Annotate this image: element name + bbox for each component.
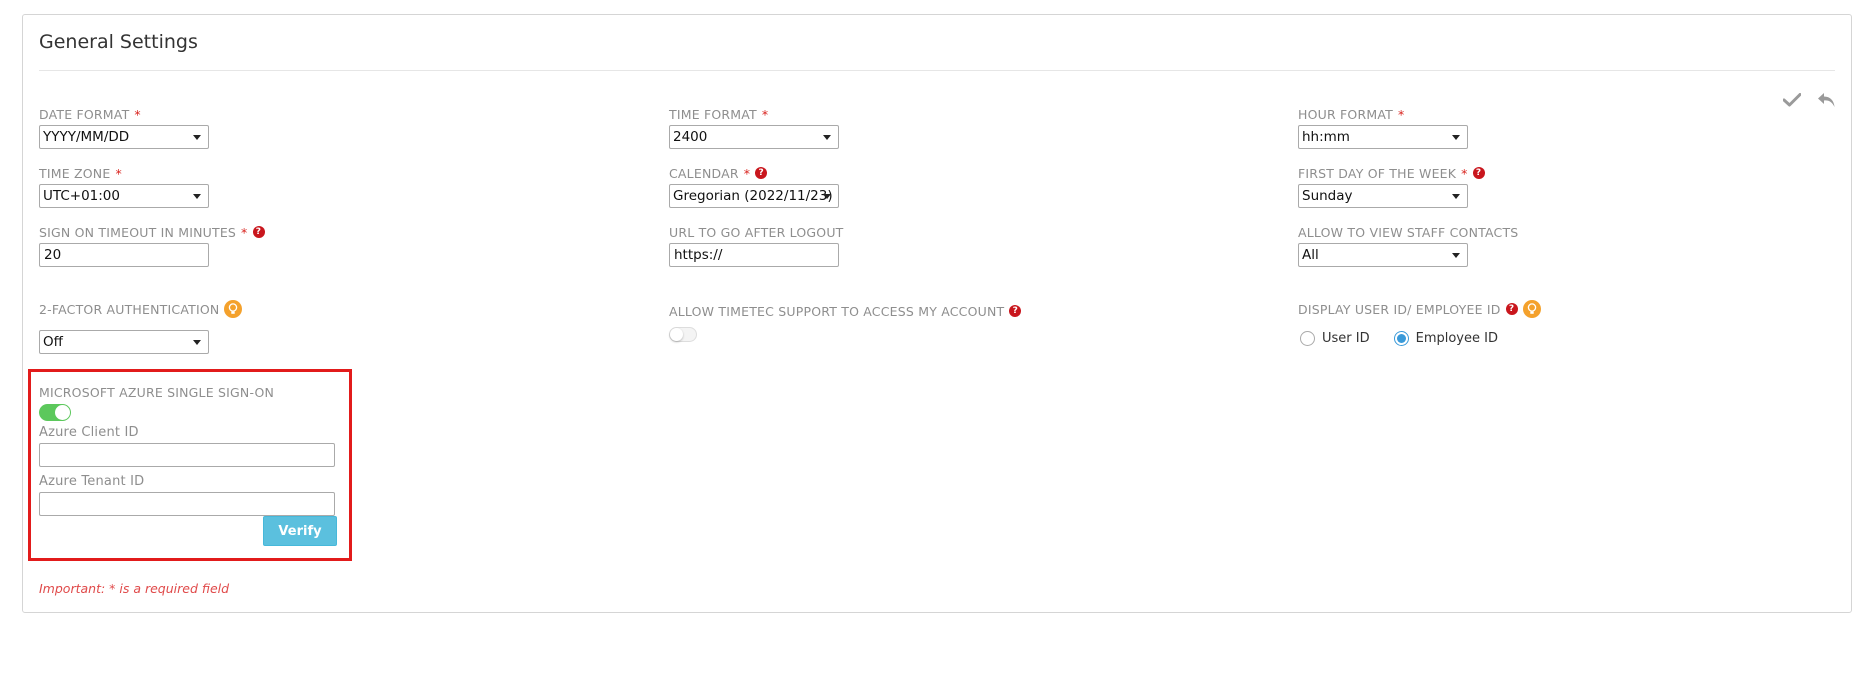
date-format-select[interactable]: YYYY/MM/DD bbox=[39, 125, 209, 149]
first-day-select[interactable]: Sunday bbox=[1298, 184, 1468, 208]
required-mark: * bbox=[241, 224, 248, 240]
logout-url-input[interactable]: https:// bbox=[669, 243, 839, 267]
display-id-field: DISPLAY USER ID/ EMPLOYEE ID? User ID Em… bbox=[1298, 300, 1541, 346]
first-day-field: FIRST DAY OF THE WEEK *? Sunday bbox=[1298, 165, 1485, 208]
title-divider bbox=[39, 70, 1835, 71]
chevron-down-icon bbox=[193, 194, 201, 199]
date-format-label: DATE FORMAT bbox=[39, 106, 130, 122]
hour-format-value: hh:mm bbox=[1302, 129, 1350, 145]
display-id-label: DISPLAY USER ID/ EMPLOYEE ID bbox=[1298, 301, 1501, 317]
support-access-label: ALLOW TIMETEC SUPPORT TO ACCESS MY ACCOU… bbox=[669, 303, 1005, 319]
azure-sso-label: MICROSOFT AZURE SINGLE SIGN-ON bbox=[39, 384, 275, 400]
staff-contacts-label: ALLOW TO VIEW STAFF CONTACTS bbox=[1298, 224, 1519, 240]
azure-client-id-label: Azure Client ID bbox=[39, 425, 139, 440]
sign-on-timeout-input[interactable]: 20 bbox=[39, 243, 209, 267]
hour-format-label: HOUR FORMAT bbox=[1298, 106, 1393, 122]
staff-contacts-value: All bbox=[1302, 247, 1319, 263]
azure-tenant-id-label: Azure Tenant ID bbox=[39, 474, 145, 489]
time-zone-label: TIME ZONE bbox=[39, 165, 111, 181]
required-mark: * bbox=[115, 165, 122, 181]
help-icon[interactable]: ? bbox=[1009, 305, 1022, 317]
staff-contacts-select[interactable]: All bbox=[1298, 243, 1468, 267]
help-icon[interactable]: ? bbox=[755, 167, 768, 179]
chevron-down-icon bbox=[823, 194, 831, 199]
radio-button-selected[interactable] bbox=[1393, 331, 1409, 346]
page-footer-area bbox=[0, 623, 1875, 700]
two-factor-value: Off bbox=[43, 334, 63, 350]
general-settings-panel: General Settings DATE FORMAT * YYYY/MM/DD… bbox=[22, 14, 1852, 613]
date-format-value: YYYY/MM/DD bbox=[43, 129, 130, 145]
support-access-toggle[interactable] bbox=[669, 327, 697, 342]
radio-user-id[interactable]: User ID bbox=[1300, 331, 1370, 346]
verify-button[interactable]: Verify bbox=[263, 516, 337, 546]
required-mark: * bbox=[1397, 106, 1405, 122]
time-format-label: TIME FORMAT bbox=[669, 106, 757, 122]
check-icon[interactable] bbox=[1781, 89, 1803, 111]
toggle-knob bbox=[55, 405, 70, 420]
time-zone-field: TIME ZONE * UTC+01:00 bbox=[39, 165, 209, 208]
date-format-field: DATE FORMAT * YYYY/MM/DD bbox=[39, 106, 209, 149]
calendar-value: Gregorian (2022/11/23) bbox=[673, 188, 833, 204]
required-field-note: Important: * is a required field bbox=[39, 581, 230, 596]
required-mark: * bbox=[743, 165, 751, 181]
calendar-label: CALENDAR bbox=[669, 165, 739, 181]
lightbulb-icon[interactable] bbox=[1522, 300, 1541, 318]
calendar-select[interactable]: Gregorian (2022/11/23) bbox=[669, 184, 839, 208]
time-format-field: TIME FORMAT * 2400 bbox=[669, 106, 839, 149]
lightbulb-icon[interactable] bbox=[224, 300, 243, 318]
chevron-down-icon bbox=[193, 340, 201, 345]
chevron-down-icon bbox=[1452, 253, 1460, 258]
azure-sso-section: MICROSOFT AZURE SINGLE SIGN-ON Azure Cli… bbox=[28, 369, 352, 561]
help-icon[interactable]: ? bbox=[1505, 303, 1518, 315]
two-factor-select[interactable]: Off bbox=[39, 330, 209, 354]
help-icon[interactable]: ? bbox=[252, 226, 265, 238]
display-id-radio-group: User ID Employee ID bbox=[1298, 331, 1541, 346]
two-factor-label: 2-FACTOR AUTHENTICATION bbox=[39, 301, 220, 317]
hour-format-select[interactable]: hh:mm bbox=[1298, 125, 1468, 149]
panel-toolbar bbox=[1781, 89, 1837, 111]
calendar-field: CALENDAR *? Gregorian (2022/11/23) bbox=[669, 165, 839, 208]
sign-on-timeout-label: SIGN ON TIMEOUT IN MINUTES bbox=[39, 224, 237, 240]
chevron-down-icon bbox=[823, 135, 831, 140]
azure-client-id-input[interactable] bbox=[39, 443, 335, 467]
radio-user-id-label: User ID bbox=[1322, 331, 1370, 346]
panel-title: General Settings bbox=[39, 31, 198, 53]
toggle-knob bbox=[670, 328, 683, 341]
time-zone-value: UTC+01:00 bbox=[43, 188, 120, 204]
first-day-label: FIRST DAY OF THE WEEK bbox=[1298, 165, 1457, 181]
time-zone-select[interactable]: UTC+01:00 bbox=[39, 184, 209, 208]
logout-url-label: URL TO GO AFTER LOGOUT bbox=[669, 224, 844, 240]
undo-icon[interactable] bbox=[1815, 89, 1837, 111]
radio-button[interactable] bbox=[1300, 331, 1315, 346]
required-mark: * bbox=[134, 106, 141, 122]
two-factor-field: 2-FACTOR AUTHENTICATION Off bbox=[39, 300, 243, 354]
radio-employee-id[interactable]: Employee ID bbox=[1393, 331, 1498, 346]
chevron-down-icon bbox=[193, 135, 201, 140]
first-day-value: Sunday bbox=[1302, 188, 1353, 204]
staff-contacts-field: ALLOW TO VIEW STAFF CONTACTS All bbox=[1298, 224, 1518, 267]
help-icon[interactable]: ? bbox=[1472, 167, 1485, 179]
azure-sso-toggle[interactable] bbox=[39, 404, 71, 421]
time-format-select[interactable]: 2400 bbox=[669, 125, 839, 149]
required-mark: * bbox=[1461, 165, 1468, 181]
required-mark: * bbox=[761, 106, 769, 122]
hour-format-field: HOUR FORMAT * hh:mm bbox=[1298, 106, 1468, 149]
chevron-down-icon bbox=[1452, 194, 1460, 199]
sign-on-timeout-field: SIGN ON TIMEOUT IN MINUTES *? 20 bbox=[39, 224, 265, 267]
logout-url-field: URL TO GO AFTER LOGOUT https:// bbox=[669, 224, 844, 267]
radio-employee-id-label: Employee ID bbox=[1415, 331, 1498, 346]
time-format-value: 2400 bbox=[673, 129, 708, 145]
chevron-down-icon bbox=[1452, 135, 1460, 140]
azure-tenant-id-input[interactable] bbox=[39, 492, 335, 516]
support-access-field: ALLOW TIMETEC SUPPORT TO ACCESS MY ACCOU… bbox=[669, 303, 1022, 342]
